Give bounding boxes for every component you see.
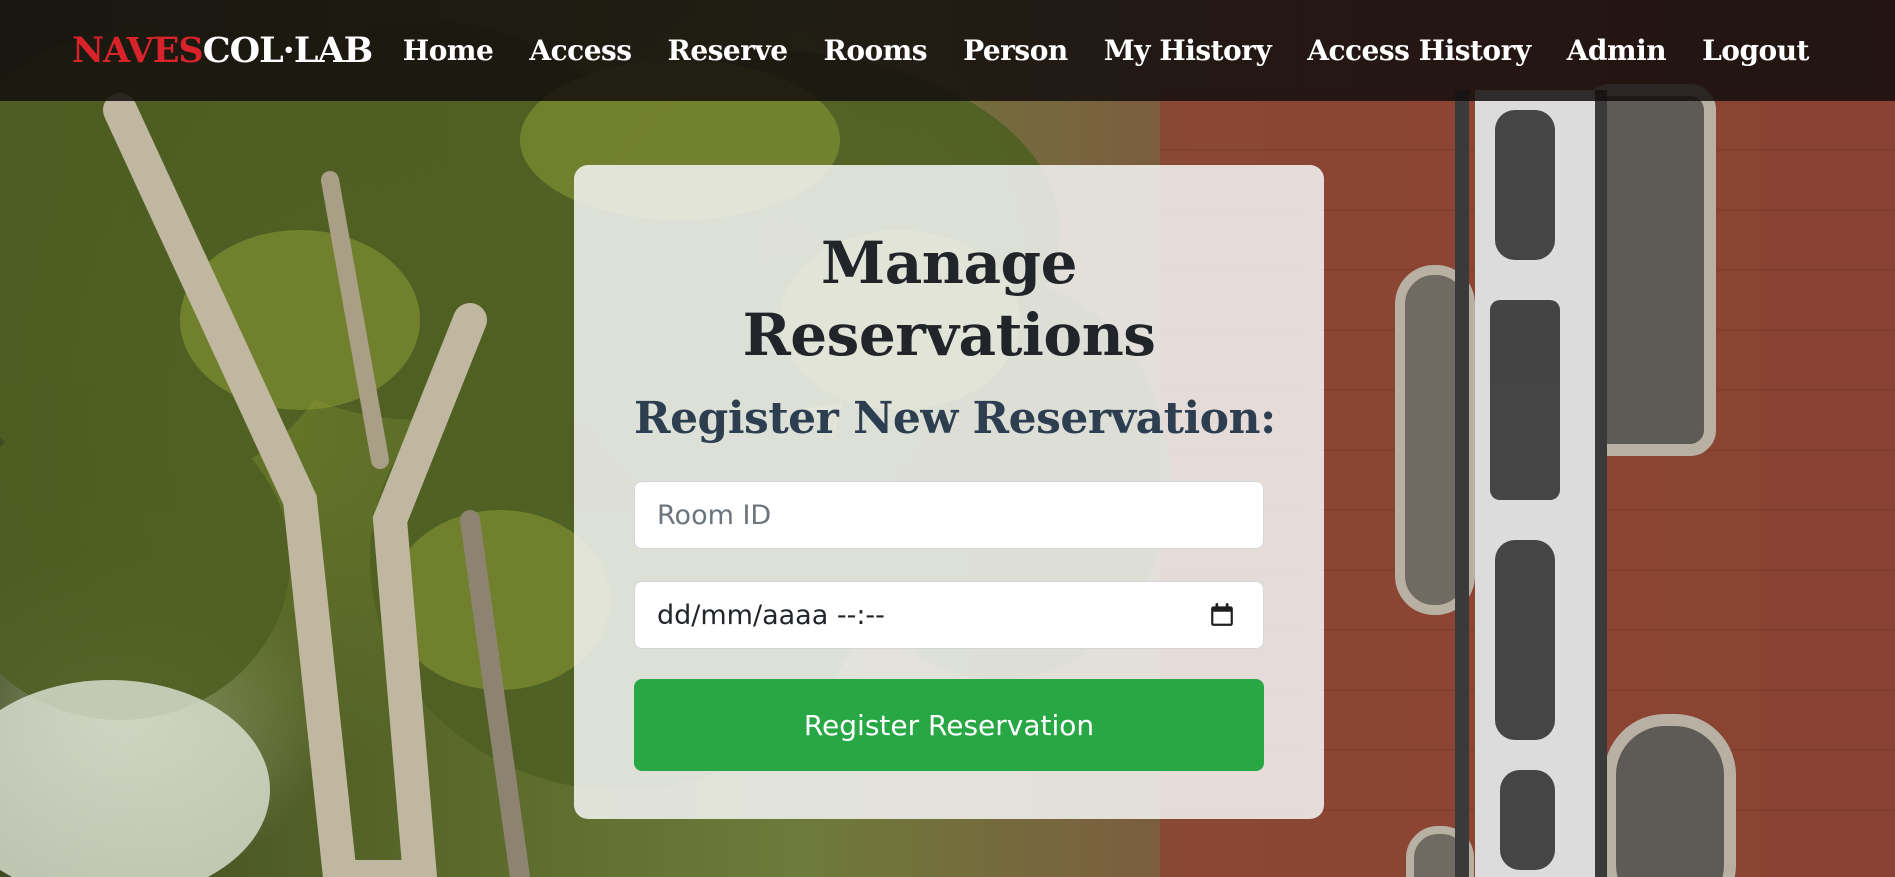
brand-logo-white-part: COL·LAB — [202, 30, 373, 71]
brand-logo[interactable]: NAVESCOL·LAB — [72, 30, 373, 71]
brand-logo-red-part: NAVES — [72, 30, 204, 71]
nav-link-admin[interactable]: Admin — [1549, 34, 1684, 67]
nav-link-rooms[interactable]: Rooms — [806, 34, 946, 67]
datetime-input-value: dd/mm/aaaa --:-- — [657, 599, 885, 631]
nav-link-access-history[interactable]: Access History — [1289, 34, 1548, 67]
room-id-input[interactable] — [634, 481, 1264, 549]
page: NAVESCOL·LAB Home Access Reserve Rooms P… — [0, 0, 1895, 877]
nav-link-reserve[interactable]: Reserve — [650, 34, 806, 67]
nav-link-my-history[interactable]: My History — [1086, 34, 1290, 67]
reservation-card: Manage Reservations Register New Reserva… — [574, 165, 1324, 819]
nav-link-access[interactable]: Access — [511, 34, 649, 67]
reservation-form: dd/mm/aaaa --:-- Register Reservation — [634, 481, 1264, 771]
nav-links: Home Access Reserve Rooms Person My Hist… — [385, 0, 1827, 101]
nav-link-person[interactable]: Person — [945, 34, 1086, 67]
nav-link-home[interactable]: Home — [385, 34, 512, 67]
datetime-input[interactable]: dd/mm/aaaa --:-- — [634, 581, 1264, 649]
register-reservation-button[interactable]: Register Reservation — [634, 679, 1264, 771]
form-subtitle: Register New Reservation: — [634, 393, 1276, 444]
page-title: Manage Reservations — [742, 229, 1156, 369]
nav-link-logout[interactable]: Logout — [1684, 34, 1827, 67]
calendar-icon[interactable] — [1209, 602, 1235, 628]
top-navbar: NAVESCOL·LAB Home Access Reserve Rooms P… — [0, 0, 1895, 101]
